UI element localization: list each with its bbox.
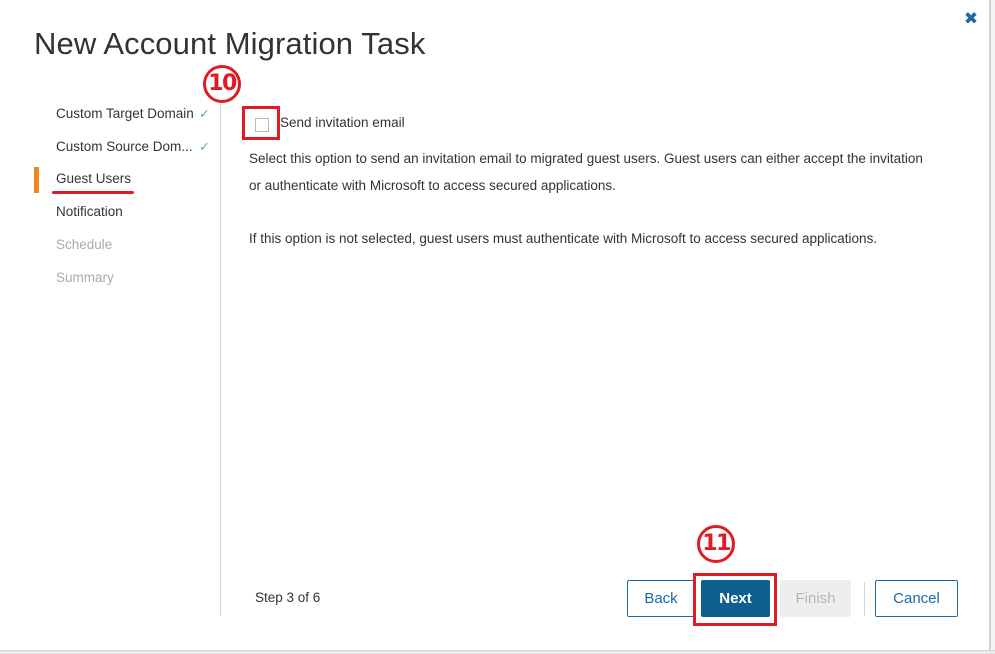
annotation-underline — [52, 191, 134, 194]
step-label: Summary — [56, 270, 114, 285]
step-notification[interactable]: Notification — [34, 200, 218, 224]
step-summary: Summary — [34, 266, 218, 290]
step-custom-target-domain[interactable]: Custom Target Domain ✓ — [34, 102, 218, 126]
step-guest-users[interactable]: Guest Users — [34, 167, 218, 194]
background-panel-edge — [990, 0, 995, 654]
step-label: Schedule — [56, 237, 113, 252]
wizard-steps-nav: Custom Target Domain ✓ Custom Source Dom… — [0, 96, 221, 616]
cancel-button[interactable]: Cancel — [875, 580, 958, 617]
checkmark-icon: ✓ — [199, 139, 210, 154]
dialog-title: New Account Migration Task — [34, 26, 426, 61]
step-label: Custom Target Domain — [56, 106, 194, 121]
annotation-marker-10: 10 — [203, 65, 241, 103]
step-label: Notification — [56, 204, 123, 219]
invitation-note: If this option is not selected, guest us… — [249, 231, 878, 246]
back-button[interactable]: Back — [627, 580, 695, 617]
step-schedule: Schedule — [34, 233, 218, 257]
invitation-description-line1: Select this option to send an invitation… — [249, 151, 923, 166]
guest-users-content: Send invitation email Select this option… — [222, 96, 982, 616]
step-label: Guest Users — [56, 171, 132, 186]
annotation-marker-11: 11 — [697, 525, 735, 563]
background-panel-edge-bottom — [0, 650, 995, 654]
migration-task-dialog: ✖ New Account Migration Task Custom Targ… — [0, 0, 990, 650]
button-divider — [864, 582, 865, 616]
step-custom-source-domain[interactable]: Custom Source Dom... ✓ — [34, 135, 218, 159]
send-invitation-checkbox[interactable] — [255, 118, 269, 132]
checkmark-icon: ✓ — [199, 106, 210, 121]
step-counter: Step 3 of 6 — [255, 590, 321, 605]
invitation-description-line2: or authenticate with Microsoft to access… — [249, 178, 616, 193]
next-button[interactable]: Next — [701, 580, 770, 617]
close-icon[interactable]: ✖ — [962, 10, 980, 28]
annotation-box-10 — [242, 106, 280, 140]
step-label: Custom Source Dom... — [56, 139, 193, 154]
finish-button: Finish — [780, 580, 851, 617]
active-step-indicator — [34, 167, 39, 193]
send-invitation-label[interactable]: Send invitation email — [280, 115, 405, 130]
